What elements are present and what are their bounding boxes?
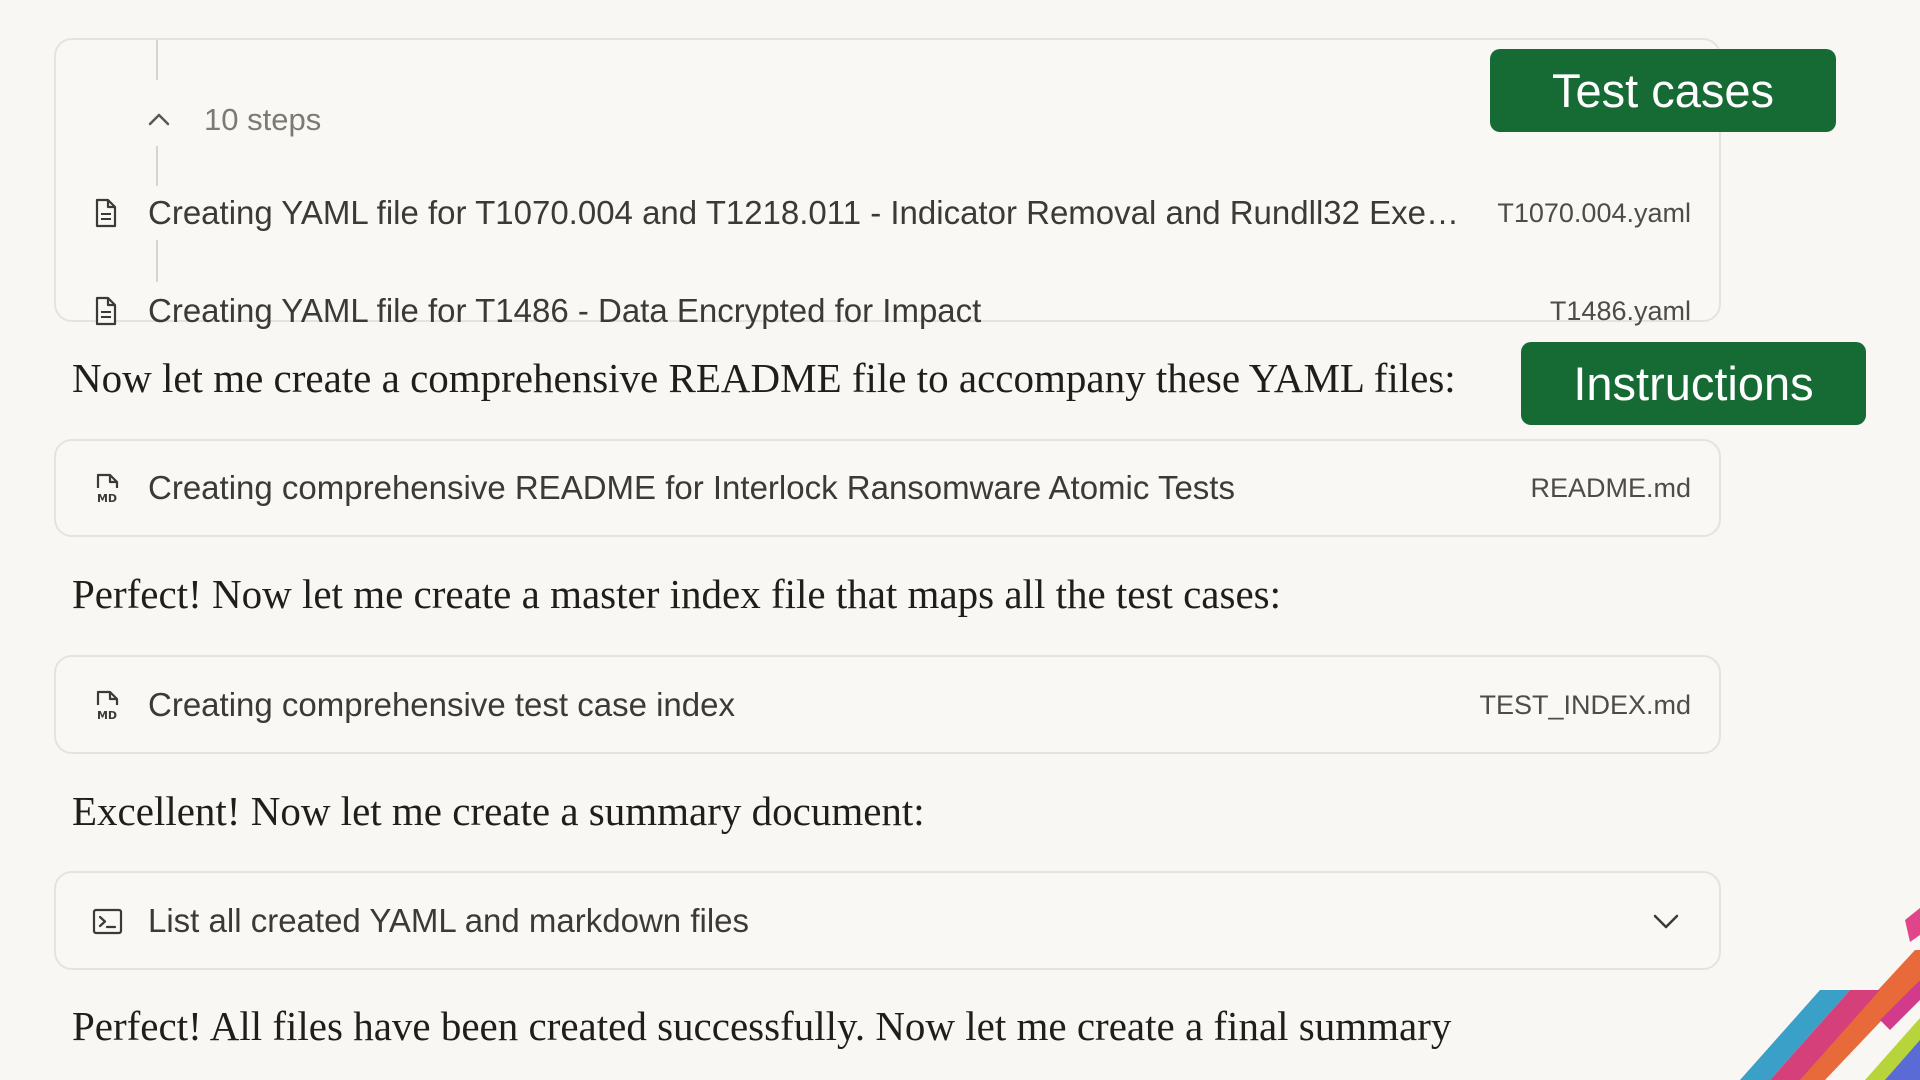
decorative-stripes: [1740, 908, 1920, 1080]
assistant-message: Perfect! All files have been created suc…: [72, 1003, 1452, 1049]
annotation-badge-test-cases: Test cases: [1490, 49, 1836, 132]
step-item-label: Creating YAML file for T1486 - Data Encr…: [148, 292, 982, 329]
document-icon: [95, 296, 117, 326]
svg-text:MD: MD: [97, 709, 117, 722]
step-item[interactable]: Creating YAML file for T1486 - Data Encr…: [56, 285, 1719, 337]
terminal-icon: [92, 908, 123, 935]
tool-card-label: Creating comprehensive test case index: [148, 686, 735, 723]
markdown-file-icon: MD: [96, 473, 119, 505]
assistant-message: Excellent! Now let me create a summary d…: [72, 788, 925, 834]
timeline-rail: [156, 40, 158, 80]
tool-card-row: MD Creating comprehensive test case inde…: [56, 679, 1719, 731]
step-item-label: Creating YAML file for T1070.004 and T12…: [148, 194, 1460, 231]
tool-card-readme[interactable]: MD Creating comprehensive README for Int…: [54, 439, 1721, 537]
markdown-file-icon: MD: [96, 690, 119, 722]
step-item-filename[interactable]: T1070.004.yaml: [1497, 198, 1691, 229]
timeline-rail: [156, 146, 158, 186]
chevron-up-icon: [148, 113, 170, 126]
timeline-rail: [156, 240, 158, 282]
tool-card-terminal[interactable]: List all created YAML and markdown files: [54, 871, 1721, 970]
steps-group-card: 10 steps Creating YAML file for T1070.00…: [54, 38, 1721, 329]
assistant-message: Now let me create a comprehensive README…: [72, 355, 1456, 401]
step-item-filename[interactable]: T1486.yaml: [1550, 296, 1691, 327]
step-item[interactable]: Creating YAML file for T1070.004 and T12…: [56, 187, 1719, 239]
steps-count-label: 10 steps: [204, 102, 322, 137]
document-icon: [95, 198, 117, 228]
tool-card-row: MD Creating comprehensive README for Int…: [56, 462, 1719, 514]
tool-card-label: Creating comprehensive README for Interl…: [148, 469, 1235, 506]
collapse-steps-toggle[interactable]: 10 steps: [86, 90, 446, 146]
assistant-message: Perfect! Now let me create a master inde…: [72, 571, 1281, 617]
tool-card-row: List all created YAML and markdown files: [56, 895, 1719, 947]
annotation-badge-instructions: Instructions: [1521, 342, 1866, 425]
svg-text:MD: MD: [97, 492, 117, 505]
tool-card-filename[interactable]: README.md: [1530, 473, 1691, 504]
tool-card-test-index[interactable]: MD Creating comprehensive test case inde…: [54, 655, 1721, 754]
tool-card-filename[interactable]: TEST_INDEX.md: [1479, 690, 1691, 721]
tool-card-label: List all created YAML and markdown files: [148, 902, 750, 939]
